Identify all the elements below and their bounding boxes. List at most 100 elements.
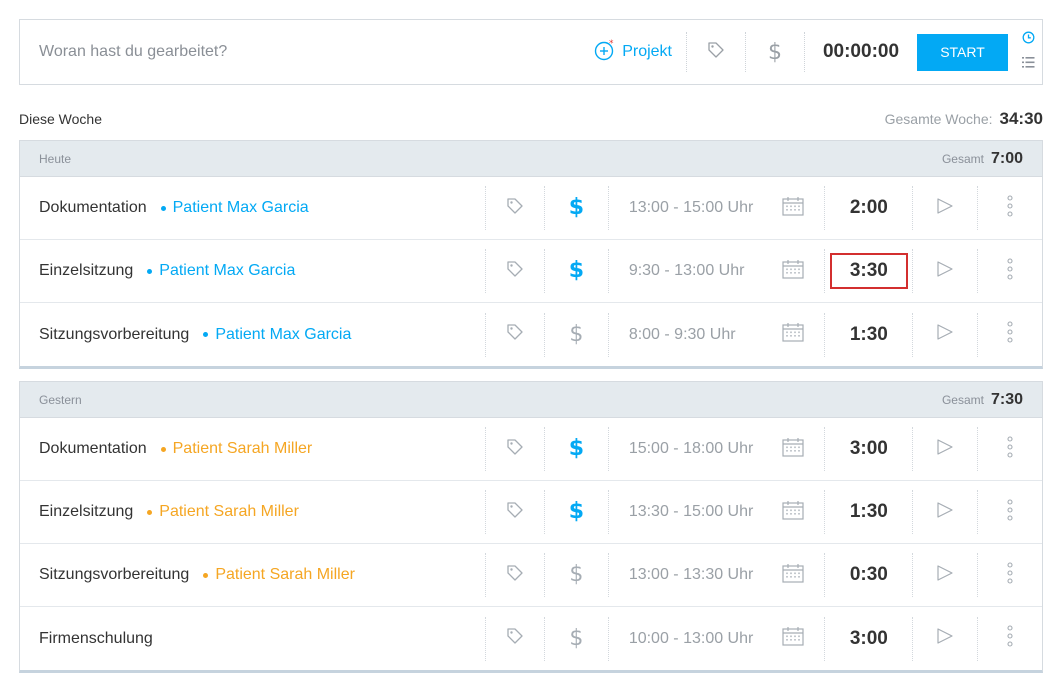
entry-duration[interactable]: 1:30 bbox=[825, 317, 912, 353]
time-entry-row: Einzelsitzung Patient Sarah Miller $13:30 … bbox=[20, 481, 1042, 544]
entry-project[interactable]: Patient Sarah Miller bbox=[147, 503, 299, 521]
list-icon[interactable] bbox=[1021, 55, 1035, 73]
day-group: Heute Gesamt 7:00 Dokumentation Patient Max … bbox=[19, 140, 1043, 369]
project-label: Projekt bbox=[622, 43, 672, 60]
entry-duration[interactable]: 3:30 bbox=[825, 253, 912, 289]
entry-duration[interactable]: 0:30 bbox=[825, 557, 912, 593]
week-title: Diese Woche bbox=[19, 111, 103, 127]
entry-duration-value[interactable]: 1:30 bbox=[830, 317, 908, 353]
tag-icon bbox=[707, 41, 725, 64]
entry-time-range[interactable]: 8:00 - 9:30 Uhr bbox=[609, 322, 825, 347]
entry-main: Sitzungsvorbereitung Patient Sarah Miller bbox=[20, 566, 485, 584]
entry-description[interactable]: Dokumentation bbox=[39, 440, 147, 458]
entry-play-button[interactable] bbox=[913, 323, 977, 346]
entry-billable-button[interactable]: $ bbox=[545, 323, 608, 346]
calendar-icon[interactable] bbox=[782, 500, 805, 525]
entry-project[interactable]: Patient Max Garcia bbox=[160, 199, 309, 217]
clock-icon[interactable] bbox=[1022, 31, 1035, 49]
day-total: Gesamt 7:00 bbox=[942, 150, 1023, 168]
project-dot bbox=[203, 332, 209, 337]
entry-tag-button[interactable] bbox=[486, 323, 544, 346]
calendar-icon[interactable] bbox=[782, 437, 805, 462]
tag-icon bbox=[506, 564, 524, 587]
tag-button[interactable] bbox=[687, 20, 745, 84]
entry-more-button[interactable] bbox=[978, 435, 1042, 463]
entry-duration-value[interactable]: 3:30 bbox=[829, 253, 908, 289]
entry-tag-button[interactable] bbox=[486, 627, 544, 650]
entry-main: Dokumentation Patient Sarah Miller bbox=[20, 440, 485, 458]
entry-duration[interactable]: 1:30 bbox=[825, 494, 912, 530]
entry-project[interactable]: Patient Sarah Miller bbox=[203, 566, 355, 584]
entry-time-range[interactable]: 15:00 - 18:00 Uhr bbox=[609, 437, 825, 462]
entry-time-range[interactable]: 13:30 - 15:00 Uhr bbox=[609, 500, 825, 525]
entry-billable-button[interactable]: $ bbox=[545, 564, 608, 586]
entry-project-name: Patient Sarah Miller bbox=[159, 503, 299, 520]
entry-play-button[interactable] bbox=[913, 627, 977, 650]
entry-billable-button[interactable]: $ bbox=[545, 501, 608, 523]
entry-billable-button[interactable]: $ bbox=[545, 197, 608, 219]
calendar-icon[interactable] bbox=[782, 259, 805, 284]
tag-icon bbox=[506, 323, 524, 346]
entry-tag-button[interactable] bbox=[486, 501, 544, 524]
entry-more-button[interactable] bbox=[978, 625, 1042, 652]
entry-duration[interactable]: 3:00 bbox=[825, 621, 912, 657]
project-picker-button[interactable]: * Projekt bbox=[588, 20, 686, 84]
entry-project[interactable]: Patient Max Garcia bbox=[203, 326, 351, 344]
entry-play-button[interactable] bbox=[913, 438, 977, 461]
more-vertical-icon bbox=[1007, 194, 1013, 222]
calendar-icon[interactable] bbox=[782, 322, 805, 347]
entry-project[interactable]: Patient Max Garcia bbox=[147, 262, 295, 280]
entry-duration[interactable]: 3:00 bbox=[825, 431, 912, 467]
entry-billable-button[interactable]: $ bbox=[545, 627, 608, 650]
entry-play-button[interactable] bbox=[913, 197, 977, 220]
timer-bar: * Projekt $ 00:00:00 START bbox=[19, 19, 1043, 85]
entry-play-button[interactable] bbox=[913, 564, 977, 587]
entry-more-button[interactable] bbox=[978, 194, 1042, 222]
entry-time-range[interactable]: 9:30 - 13:00 Uhr bbox=[609, 259, 825, 284]
entry-description[interactable]: Dokumentation bbox=[39, 199, 147, 217]
dollar-icon: $ bbox=[568, 195, 585, 220]
entry-duration-value[interactable]: 2:00 bbox=[830, 190, 908, 226]
entry-duration-value[interactable]: 1:30 bbox=[830, 494, 908, 530]
entry-project-name: Patient Max Garcia bbox=[159, 262, 296, 279]
entry-description[interactable]: Firmenschulung bbox=[39, 630, 153, 648]
calendar-icon[interactable] bbox=[782, 563, 805, 588]
entry-description[interactable]: Einzelsitzung bbox=[39, 503, 133, 521]
entry-description[interactable]: Sitzungsvorbereitung bbox=[39, 326, 189, 344]
description-input[interactable] bbox=[20, 20, 589, 84]
start-button[interactable]: START bbox=[917, 33, 1008, 71]
entry-tag-button[interactable] bbox=[486, 197, 544, 220]
entry-description[interactable]: Sitzungsvorbereitung bbox=[39, 566, 189, 584]
entry-tag-button[interactable] bbox=[486, 260, 544, 283]
entry-main: Dokumentation Patient Max Garcia bbox=[20, 199, 485, 217]
calendar-icon[interactable] bbox=[782, 196, 805, 221]
entry-more-button[interactable] bbox=[978, 498, 1042, 526]
entry-tag-button[interactable] bbox=[486, 438, 544, 461]
play-icon bbox=[936, 564, 954, 587]
day-total-value: 7:00 bbox=[990, 149, 1023, 167]
entry-description[interactable]: Einzelsitzung bbox=[39, 262, 133, 280]
entry-duration-value[interactable]: 3:00 bbox=[830, 621, 908, 657]
calendar-icon[interactable] bbox=[782, 626, 805, 651]
entry-project[interactable]: Patient Sarah Miller bbox=[160, 440, 313, 458]
entry-time-range[interactable]: 10:00 - 13:00 Uhr bbox=[609, 626, 825, 651]
entry-duration[interactable]: 2:00 bbox=[825, 190, 912, 226]
entry-time-range-text: 10:00 - 13:00 Uhr bbox=[628, 629, 754, 647]
entry-tag-button[interactable] bbox=[486, 564, 544, 587]
entry-billable-button[interactable]: $ bbox=[545, 438, 608, 460]
entry-play-button[interactable] bbox=[913, 501, 977, 524]
billable-button[interactable]: $ bbox=[746, 20, 804, 84]
entry-play-button[interactable] bbox=[913, 260, 977, 283]
entry-billable-button[interactable]: $ bbox=[545, 260, 608, 282]
entry-more-button[interactable] bbox=[978, 561, 1042, 589]
entry-more-button[interactable] bbox=[978, 257, 1042, 285]
entry-time-range[interactable]: 13:00 - 13:30 Uhr bbox=[609, 563, 825, 588]
entry-time-range[interactable]: 13:00 - 15:00 Uhr bbox=[609, 196, 825, 221]
entry-duration-value[interactable]: 0:30 bbox=[830, 557, 908, 593]
more-vertical-icon bbox=[1007, 257, 1013, 285]
more-vertical-icon bbox=[1007, 321, 1013, 348]
entry-duration-value[interactable]: 3:00 bbox=[830, 431, 908, 467]
entry-project-name: Patient Sarah Miller bbox=[172, 440, 313, 457]
more-vertical-icon bbox=[1007, 625, 1013, 652]
entry-more-button[interactable] bbox=[978, 321, 1042, 348]
